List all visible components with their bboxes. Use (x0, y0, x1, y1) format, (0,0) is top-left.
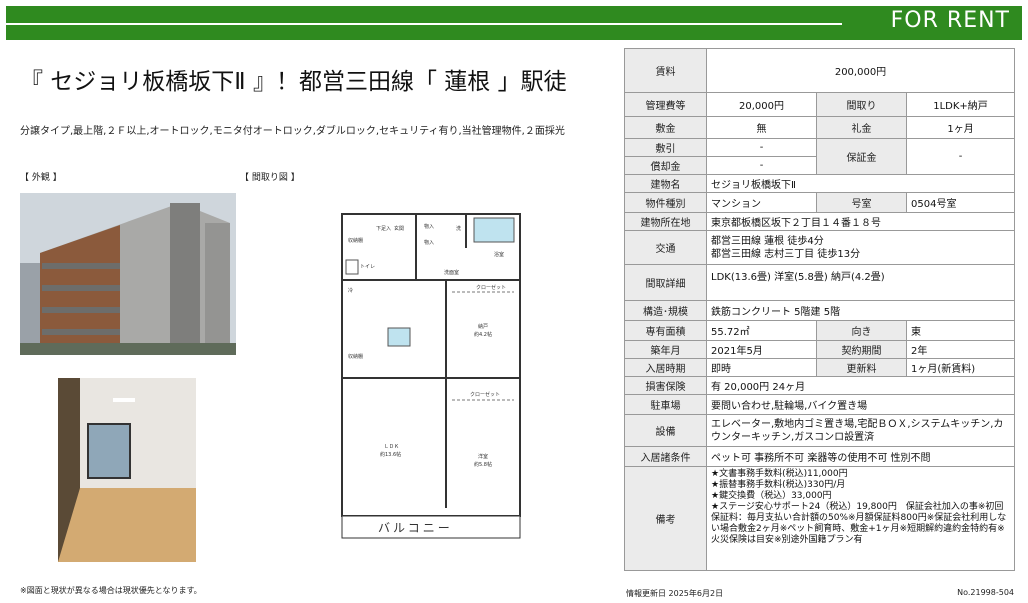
rent-value: 200,000円 (705, 48, 1016, 93)
property-features: 分譲タイプ,最上階,２Ｆ以上,オートロック,モニタ付オートロック,ダブルロック,… (20, 126, 565, 137)
area-label: 専有面積 (624, 320, 707, 341)
type-label: 物件種別 (624, 192, 707, 213)
movein-label: 入居時期 (624, 358, 707, 377)
address-value: 東京都板橋区坂下２丁目１４番１８号 (705, 212, 1016, 231)
shokyaku-label: 償却金 (624, 156, 707, 175)
parking-label: 駐車場 (624, 394, 707, 415)
transport-label: 交通 (624, 230, 707, 265)
fp-fridge: 冷 (348, 287, 353, 294)
remark-line: ★振替事務手数料(税込)330円/月 (711, 480, 846, 490)
fp-shunou2: 収納棚 (348, 353, 363, 360)
exterior-label: 【 外観 】 (20, 173, 62, 183)
remarks-value: ★文書事務手数料(税込)11,000円 ★振替事務手数料(税込)330円/月 ★… (705, 466, 1016, 571)
term-value: 2年 (905, 340, 1016, 359)
room-no-value: 0504号室 (905, 192, 1016, 213)
built-value: 2021年5月 (706, 340, 817, 359)
deposit-label: 敷金 (624, 116, 707, 139)
fp-monoire1: 物入 (424, 223, 434, 230)
mgmt-label: 管理費等 (624, 92, 707, 117)
shokyaku-value: - (706, 156, 817, 175)
fp-washroom: 洗面室 (444, 269, 459, 276)
remark-line: ★鍵交換費（税込）33,000円 (711, 491, 832, 501)
fp-monoire2: 物入 (424, 239, 434, 246)
transport-value: 都営三田線 蓮根 徒歩4分 都営三田線 志村三丁目 徒歩13分 (705, 230, 1016, 265)
fp-washing: 洗 (456, 225, 461, 232)
remark-line: ★文書事務手数料(税込)11,000円 (711, 469, 848, 479)
fp-shunou: 収納棚 (348, 237, 363, 244)
structure-value: 鉄筋コンクリート 5階建 5階 (705, 300, 1016, 321)
building-value: セジョリ板橋坂下Ⅱ (705, 174, 1016, 193)
shikibiki-value: - (706, 138, 817, 157)
layout-label: 間取り (816, 92, 907, 117)
banner-line (6, 23, 842, 25)
fp-bath: 浴室 (494, 251, 504, 258)
term-label: 契約期間 (816, 340, 907, 359)
building-label: 建物名 (624, 174, 707, 193)
layout-value: 1LDK+納戸 (905, 92, 1016, 117)
property-title: 『 セジョリ板橋坂下Ⅱ 』！都営三田線「 蓮根 」駅徒 (20, 69, 567, 95)
fp-ldk: ＬＤＫ (384, 444, 399, 450)
transport-line-1: 都営三田線 蓮根 徒歩4分 (711, 235, 824, 247)
keymoney-value: 1ヶ月 (905, 116, 1016, 139)
direction-label: 向き (816, 320, 907, 341)
updated-date: 情報更新日 2025年6月2日 (626, 589, 724, 598)
built-label: 築年月 (624, 340, 707, 359)
for-rent-label: FOR RENT (890, 8, 1010, 33)
interior-photo (58, 378, 196, 562)
conditions-label: 入居諸条件 (624, 446, 707, 467)
area-value: 55.72㎡ (706, 320, 817, 341)
fp-shoe: 下足入 (376, 226, 391, 232)
fp-ldk-size: 約13.6帖 (380, 451, 401, 458)
header-banner: FOR RENT (0, 0, 1028, 44)
renewal-label: 更新料 (816, 358, 907, 377)
listing-number: No.21998-504 (957, 588, 1014, 597)
remark-line: ★ステージ安心サポート24（税込）19,800円 保証会社加入の事※初回保証料：… (711, 502, 1007, 545)
room-no-label: 号室 (816, 192, 907, 213)
facility-value: エレベーター,敷地内ゴミ置き場,宅配ＢＯＸ,システムキッチン,カウンターキッチン… (705, 414, 1016, 447)
insurance-label: 損害保険 (624, 376, 707, 395)
floorplan-label: 【 間取り図 】 (240, 173, 300, 183)
fp-toilet: トイレ (360, 264, 375, 270)
fp-closet2: クローゼット (470, 391, 500, 398)
conditions-value: ペット可 事務所不可 楽器等の使用不可 性別不問 (705, 446, 1016, 467)
detail-label: 間取詳細 (624, 264, 707, 301)
address-label: 建物所在地 (624, 212, 707, 231)
fp-closet: クローゼット (476, 284, 506, 291)
guarantee-value: - (905, 138, 1016, 175)
detail-value: LDK(13.6畳) 洋室(5.8畳) 納戸(4.2畳) (705, 264, 1016, 301)
fp-bedroom-size: 約5.8帖 (474, 461, 492, 468)
parking-value: 要問い合わせ,駐輪場,バイク置き場 (705, 394, 1016, 415)
shikibiki-label: 敷引 (624, 138, 707, 157)
keymoney-label: 礼金 (816, 116, 907, 139)
fp-genkan: 玄関 (394, 225, 404, 232)
exterior-photo (20, 193, 236, 355)
remarks-label: 備考 (624, 466, 707, 571)
fp-balcony: バルコニー (378, 521, 453, 535)
rent-label: 賃料 (624, 48, 707, 93)
renewal-value: 1ヶ月(新賃料) (905, 358, 1016, 377)
disclaimer-note: ※図面と現状が異なる場合は現状優先となります。 (20, 586, 202, 595)
floor-plan: 玄関 物入 物入 下足入 洗 浴室 洗面室 トイレ 収納棚 冷 クローゼット 納… (336, 188, 526, 550)
direction-value: 東 (905, 320, 1016, 341)
movein-value: 即時 (706, 358, 817, 377)
mgmt-value: 20,000円 (706, 92, 817, 117)
fp-storage: 納戸 (478, 323, 488, 330)
transport-line-2: 都営三田線 志村三丁目 徒歩13分 (711, 248, 861, 260)
property-info-table: 賃料 200,000円 管理費等 20,000円 間取り 1LDK+納戸 敷金 … (624, 48, 1016, 571)
deposit-value: 無 (706, 116, 817, 139)
fp-bedroom: 洋室 (478, 453, 488, 460)
guarantee-label: 保証金 (816, 138, 907, 175)
fp-storage-size: 約4.2帖 (474, 331, 492, 338)
type-value: マンション (706, 192, 817, 213)
structure-label: 構造･規模 (624, 300, 707, 321)
insurance-value: 有 20,000円 24ヶ月 (705, 376, 1016, 395)
facility-label: 設備 (624, 414, 707, 447)
